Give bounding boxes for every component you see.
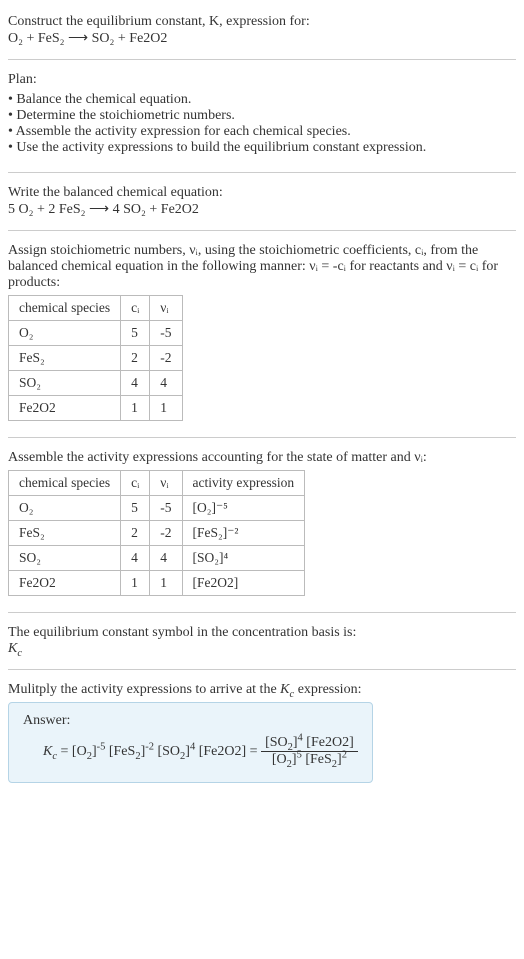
table-cell: Fe2O2 (9, 571, 121, 596)
answer-lhs: Kc = [O2]-5 [FeS2]-2 [SO2]4 [Fe2O2] = (43, 744, 258, 760)
table-row: SO₂ 4 4 [SO₂]⁴ (9, 546, 305, 571)
balanced-section: Write the balanced chemical equation: 5 … (8, 179, 516, 224)
plan-item: Balance the chemical equation. (8, 92, 516, 108)
final-intro: Mulitply the activity expressions to arr… (8, 682, 516, 698)
plan-section: Plan: Balance the chemical equation. Det… (8, 66, 516, 166)
table-cell: O₂ (9, 321, 121, 346)
table-cell: 4 (150, 371, 182, 396)
divider (8, 437, 516, 438)
symbol-line1: The equilibrium constant symbol in the c… (8, 625, 516, 641)
table-cell: [SO₂]⁴ (182, 546, 305, 571)
table-cell: -2 (150, 521, 182, 546)
final-section: Mulitply the activity expressions to arr… (8, 676, 516, 789)
table-cell: O₂ (9, 496, 121, 521)
table-cell: 4 (121, 371, 150, 396)
plan-item: Determine the stoichiometric numbers. (8, 108, 516, 124)
table-cell: SO₂ (9, 546, 121, 571)
table-row: O₂ 5 -5 (9, 321, 183, 346)
table-row: FeS₂ 2 -2 (9, 346, 183, 371)
prompt-equation: O₂ + FeS₂ ⟶ SO₂ + Fe2O2 (8, 30, 516, 47)
table-cell: Fe2O2 (9, 396, 121, 421)
table-header: chemical species (9, 471, 121, 496)
stoich-section: Assign stoichiometric numbers, νᵢ, using… (8, 237, 516, 431)
table-cell: SO₂ (9, 371, 121, 396)
table-row: O₂ 5 -5 [O₂]⁻⁵ (9, 496, 305, 521)
stoich-intro: Assign stoichiometric numbers, νᵢ, using… (8, 243, 516, 291)
table-cell: FeS₂ (9, 521, 121, 546)
table-cell: [Fe2O2] (182, 571, 305, 596)
table-cell: 1 (121, 396, 150, 421)
answer-fraction: [SO2]4 [Fe2O2] [O2]5 [FeS2]2 (261, 735, 358, 768)
divider (8, 230, 516, 231)
plan-title: Plan: (8, 72, 516, 88)
table-row: Fe2O2 1 1 [Fe2O2] (9, 571, 305, 596)
symbol-section: The equilibrium constant symbol in the c… (8, 619, 516, 663)
table-header: activity expression (182, 471, 305, 496)
divider (8, 669, 516, 670)
table-cell: -5 (150, 321, 182, 346)
table-header: cᵢ (121, 296, 150, 321)
divider (8, 172, 516, 173)
answer-equation: Kc = [O2]-5 [FeS2]-2 [SO2]4 [Fe2O2] = [S… (23, 735, 358, 768)
balanced-title: Write the balanced chemical equation: (8, 185, 516, 201)
table-cell: 5 (121, 321, 150, 346)
table-cell: -5 (150, 496, 182, 521)
table-cell: 4 (121, 546, 150, 571)
table-cell: 2 (121, 346, 150, 371)
activity-intro: Assemble the activity expressions accoun… (8, 450, 516, 466)
table-header: chemical species (9, 296, 121, 321)
table-cell: FeS₂ (9, 346, 121, 371)
table-cell: 5 (121, 496, 150, 521)
prompt-section: Construct the equilibrium constant, K, e… (8, 8, 516, 53)
prompt-line1: Construct the equilibrium constant, K, e… (8, 14, 516, 30)
plan-item: Use the activity expressions to build th… (8, 140, 516, 156)
table-cell: 1 (150, 571, 182, 596)
table-row: FeS₂ 2 -2 [FeS₂]⁻² (9, 521, 305, 546)
activity-section: Assemble the activity expressions accoun… (8, 444, 516, 606)
table-cell: [O₂]⁻⁵ (182, 496, 305, 521)
table-cell: -2 (150, 346, 182, 371)
plan-item: Assemble the activity expression for eac… (8, 124, 516, 140)
table-cell: [FeS₂]⁻² (182, 521, 305, 546)
table-header-row: chemical species cᵢ νᵢ activity expressi… (9, 471, 305, 496)
table-cell: 2 (121, 521, 150, 546)
fraction-denominator: [O2]5 [FeS2]2 (261, 752, 358, 768)
table-header: νᵢ (150, 296, 182, 321)
divider (8, 59, 516, 60)
answer-box: Answer: Kc = [O2]-5 [FeS2]-2 [SO2]4 [Fe2… (8, 702, 373, 783)
table-header-row: chemical species cᵢ νᵢ (9, 296, 183, 321)
table-cell: 1 (121, 571, 150, 596)
prompt-text: Construct the equilibrium constant, K, e… (8, 14, 310, 29)
table-header: cᵢ (121, 471, 150, 496)
table-header: νᵢ (150, 471, 182, 496)
plan-list: Balance the chemical equation. Determine… (8, 92, 516, 156)
activity-table: chemical species cᵢ νᵢ activity expressi… (8, 470, 305, 596)
table-cell: 4 (150, 546, 182, 571)
table-row: SO₂ 4 4 (9, 371, 183, 396)
symbol-kc: Kc (8, 641, 516, 657)
balanced-equation: 5 O₂ + 2 FeS₂ ⟶ 4 SO₂ + Fe2O2 (8, 201, 516, 218)
table-row: Fe2O2 1 1 (9, 396, 183, 421)
answer-label: Answer: (23, 713, 358, 729)
stoich-table: chemical species cᵢ νᵢ O₂ 5 -5 FeS₂ 2 -2… (8, 295, 183, 421)
table-cell: 1 (150, 396, 182, 421)
divider (8, 612, 516, 613)
